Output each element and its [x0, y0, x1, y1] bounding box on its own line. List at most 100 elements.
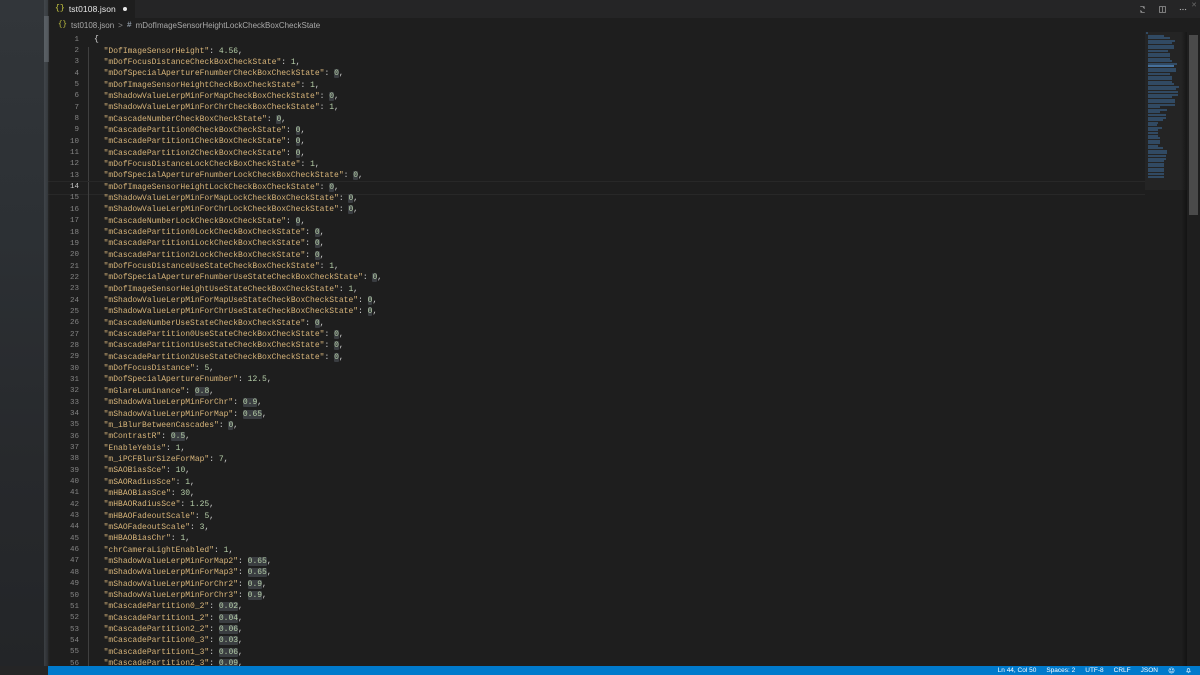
code-line[interactable]: 22 "mDofSpecialApertureFnumberUseStateCh…: [48, 272, 1200, 285]
code-line[interactable]: 55 "mCascadePartition1_3": 0.06,: [48, 647, 1200, 660]
line-content[interactable]: "mCascadeNumberUseStateCheckBoxCheckStat…: [88, 318, 324, 331]
line-content[interactable]: "mCascadePartition0_3": 0.03,: [88, 636, 243, 648]
line-content[interactable]: "mSAOFadeoutScale": 3,: [88, 522, 209, 535]
line-content[interactable]: "mSAOBiasSce": 10,: [88, 466, 190, 478]
line-content[interactable]: "mHBAORadiusSce": 1.25,: [88, 500, 214, 512]
bell-icon[interactable]: [1185, 667, 1192, 674]
code-line[interactable]: 33 "mShadowValueLerpMinForChr": 0.9,: [48, 397, 1200, 410]
line-content[interactable]: "mShadowValueLerpMinForMapUseStateCheckB…: [88, 296, 377, 308]
sidebar-drag-nub[interactable]: [44, 16, 49, 62]
code-line[interactable]: 30 "mDofFocusDistance": 5,: [48, 363, 1200, 376]
status-eol[interactable]: CRLF: [1114, 666, 1131, 675]
code-line[interactable]: 51 "mCascadePartition0_2": 0.02,: [48, 601, 1200, 614]
line-content[interactable]: "mHBAOFadeoutScale": 5,: [88, 511, 214, 523]
code-line[interactable]: 13 "mDofSpecialApertureFnumberLockCheckB…: [48, 170, 1200, 183]
line-content[interactable]: "mCascadePartition2UseStateCheckBoxCheck…: [88, 352, 344, 365]
line-content[interactable]: {: [88, 35, 99, 44]
code-line[interactable]: 40 "mSAORadiusSce": 1,: [48, 476, 1200, 489]
line-content[interactable]: "mShadowValueLerpMinForMapCheckBoxCheckS…: [88, 91, 339, 104]
code-line[interactable]: 21 "mDofFocusDistanceUseStateCheckBoxChe…: [48, 261, 1200, 274]
line-content[interactable]: "m_iBlurBetweenCascades": 0,: [88, 420, 238, 433]
activity-bar[interactable]: [0, 0, 48, 666]
line-content[interactable]: "mCascadePartition2LockCheckBoxCheckStat…: [88, 250, 324, 263]
code-line[interactable]: 19 "mCascadePartition1LockCheckBoxCheckS…: [48, 238, 1200, 251]
line-content[interactable]: "mDofImageSensorHeightCheckBoxCheckState…: [88, 80, 320, 92]
open-changes-icon[interactable]: [1158, 5, 1167, 14]
sidebar-resize-handle[interactable]: [44, 0, 50, 666]
code-line[interactable]: 50 "mShadowValueLerpMinForChr3": 0.9,: [48, 590, 1200, 603]
vertical-scrollbar[interactable]: [1187, 32, 1200, 666]
code-line[interactable]: 37 "EnableYebis": 1,: [48, 442, 1200, 455]
code-line[interactable]: 44 "mSAOFadeoutScale": 3,: [48, 522, 1200, 535]
code-line[interactable]: 46 "chrCameraLightEnabled": 1,: [48, 544, 1200, 557]
code-line[interactable]: 17 "mCascadeNumberLockCheckBoxCheckState…: [48, 216, 1200, 229]
code-line[interactable]: 52 "mCascadePartition1_2": 0.04,: [48, 613, 1200, 626]
line-content[interactable]: "mCascadePartition0CheckBoxCheckState": …: [88, 125, 305, 138]
code-line[interactable]: 18 "mCascadePartition0LockCheckBoxCheckS…: [48, 227, 1200, 240]
code-line[interactable]: 39 "mSAOBiasSce": 10,: [48, 465, 1200, 478]
code-line[interactable]: 47 "mShadowValueLerpMinForMap2": 0.65,: [48, 556, 1200, 569]
code-line[interactable]: 9 "mCascadePartition0CheckBoxCheckState"…: [48, 125, 1200, 138]
status-indentation[interactable]: Spaces: 2: [1046, 666, 1075, 675]
line-content[interactable]: "mContrastR": 0.5,: [88, 432, 190, 444]
code-line[interactable]: 31 "mDofSpecialApertureFnumber": 12.5,: [48, 374, 1200, 387]
code-editor[interactable]: 1{2 "DofImageSensorHeight": 4.56, 3 "mDof…: [48, 32, 1200, 666]
code-line[interactable]: 2 "DofImageSensorHeight": 4.56,: [48, 45, 1200, 58]
line-content[interactable]: "mShadowValueLerpMinForMap2": 0.65,: [88, 556, 272, 569]
line-content[interactable]: "mDofFocusDistanceLockCheckBoxCheckState…: [88, 159, 320, 172]
breadcrumb[interactable]: {} tst0108.json > # mDofImageSensorHeigh…: [48, 18, 1200, 32]
scrollbar-thumb[interactable]: [1189, 35, 1198, 215]
line-content[interactable]: "mGlareLuminance": 0.8,: [88, 386, 214, 399]
line-content[interactable]: "mShadowValueLerpMinForChrLockCheckBoxCh…: [88, 205, 358, 217]
line-content[interactable]: "mCascadePartition2CheckBoxCheckState": …: [88, 148, 305, 160]
line-content[interactable]: "mCascadePartition2_2": 0.06,: [88, 625, 243, 637]
code-line[interactable]: 4 "mDofSpecialApertureFnumberCheckBoxChe…: [48, 68, 1200, 81]
line-content[interactable]: "mCascadePartition1_3": 0.06,: [88, 647, 243, 660]
code-line[interactable]: 43 "mHBAOFadeoutScale": 5,: [48, 510, 1200, 523]
code-line[interactable]: 14 "mDofImageSensorHeightLockCheckBoxChe…: [48, 181, 1200, 196]
code-line[interactable]: 1{: [48, 34, 1200, 45]
code-line[interactable]: 24 "mShadowValueLerpMinForMapUseStateChe…: [48, 295, 1200, 308]
code-line[interactable]: 20 "mCascadePartition2LockCheckBoxCheckS…: [48, 250, 1200, 263]
code-line[interactable]: 34 "mShadowValueLerpMinForMap": 0.65,: [48, 408, 1200, 421]
code-line[interactable]: 10 "mCascadePartition1CheckBoxCheckState…: [48, 136, 1200, 149]
more-actions-icon[interactable]: [1178, 5, 1188, 14]
line-content[interactable]: "mShadowValueLerpMinForMap": 0.65,: [88, 409, 267, 421]
line-content[interactable]: "mShadowValueLerpMinForChrCheckBoxCheckS…: [88, 103, 339, 115]
line-content[interactable]: "mCascadeNumberCheckBoxCheckState": 0,: [88, 114, 286, 126]
code-line[interactable]: 53 "mCascadePartition2_2": 0.06,: [48, 624, 1200, 637]
code-line[interactable]: 56 "mCascadePartition2_3": 0.09,: [48, 658, 1200, 666]
status-encoding[interactable]: UTF-8: [1085, 666, 1103, 675]
code-line[interactable]: 35 "m_iBlurBetweenCascades": 0,: [48, 420, 1200, 433]
line-content[interactable]: "mShadowValueLerpMinForChr": 0.9,: [88, 398, 262, 410]
line-content[interactable]: "mDofFocusDistanceUseStateCheckBoxCheckS…: [88, 262, 339, 274]
line-content[interactable]: "mDofFocusDistance": 5,: [88, 364, 214, 376]
code-line[interactable]: 15 "mShadowValueLerpMinForMapLockCheckBo…: [48, 193, 1200, 206]
code-line[interactable]: 45 "mHBAOBiasChr": 1,: [48, 533, 1200, 546]
line-content[interactable]: "mShadowValueLerpMinForChr3": 0.9,: [88, 591, 267, 603]
line-content[interactable]: "mCascadePartition1_2": 0.04,: [88, 613, 243, 626]
code-line[interactable]: 8 "mCascadeNumberCheckBoxCheckState": 0,: [48, 113, 1200, 126]
line-content[interactable]: "chrCameraLightEnabled": 1,: [88, 545, 233, 557]
code-line[interactable]: 26 "mCascadeNumberUseStateCheckBoxCheckS…: [48, 318, 1200, 331]
code-line[interactable]: 42 "mHBAORadiusSce": 1.25,: [48, 499, 1200, 512]
line-content[interactable]: "mSAORadiusSce": 1,: [88, 477, 195, 489]
line-content[interactable]: "mDofSpecialApertureFnumberCheckBoxCheck…: [88, 69, 344, 81]
code-line[interactable]: 7 "mShadowValueLerpMinForChrCheckBoxChec…: [48, 102, 1200, 115]
code-line[interactable]: 27 "mCascadePartition0UseStateCheckBoxCh…: [48, 329, 1200, 342]
status-language-mode[interactable]: JSON: [1141, 666, 1158, 675]
line-content[interactable]: "mDofFocusDistanceCheckBoxCheckState": 1…: [88, 57, 300, 70]
breadcrumb-file[interactable]: tst0108.json: [71, 21, 114, 30]
code-line[interactable]: 38 "m_iPCFBlurSizeForMap": 7,: [48, 454, 1200, 467]
unsaved-dot-icon[interactable]: [122, 7, 127, 11]
line-content[interactable]: "mDofSpecialApertureFnumberUseStateCheck…: [88, 273, 382, 285]
status-cursor-position[interactable]: Ln 44, Col 50: [998, 666, 1037, 675]
code-line[interactable]: 48 "mShadowValueLerpMinForMap3": 0.65,: [48, 567, 1200, 580]
code-line[interactable]: 6 "mShadowValueLerpMinForMapCheckBoxChec…: [48, 91, 1200, 104]
line-content[interactable]: "EnableYebis": 1,: [88, 443, 185, 455]
line-content[interactable]: "m_iPCFBlurSizeForMap": 7,: [88, 454, 228, 467]
line-content[interactable]: "mCascadePartition0UseStateCheckBoxCheck…: [88, 330, 344, 342]
line-content[interactable]: "mShadowValueLerpMinForMap3": 0.65,: [88, 568, 272, 580]
breadcrumb-symbol[interactable]: mDofImageSensorHeightLockCheckBoxCheckSt…: [136, 21, 321, 30]
line-content[interactable]: "mHBAOBiasChr": 1,: [88, 534, 190, 546]
